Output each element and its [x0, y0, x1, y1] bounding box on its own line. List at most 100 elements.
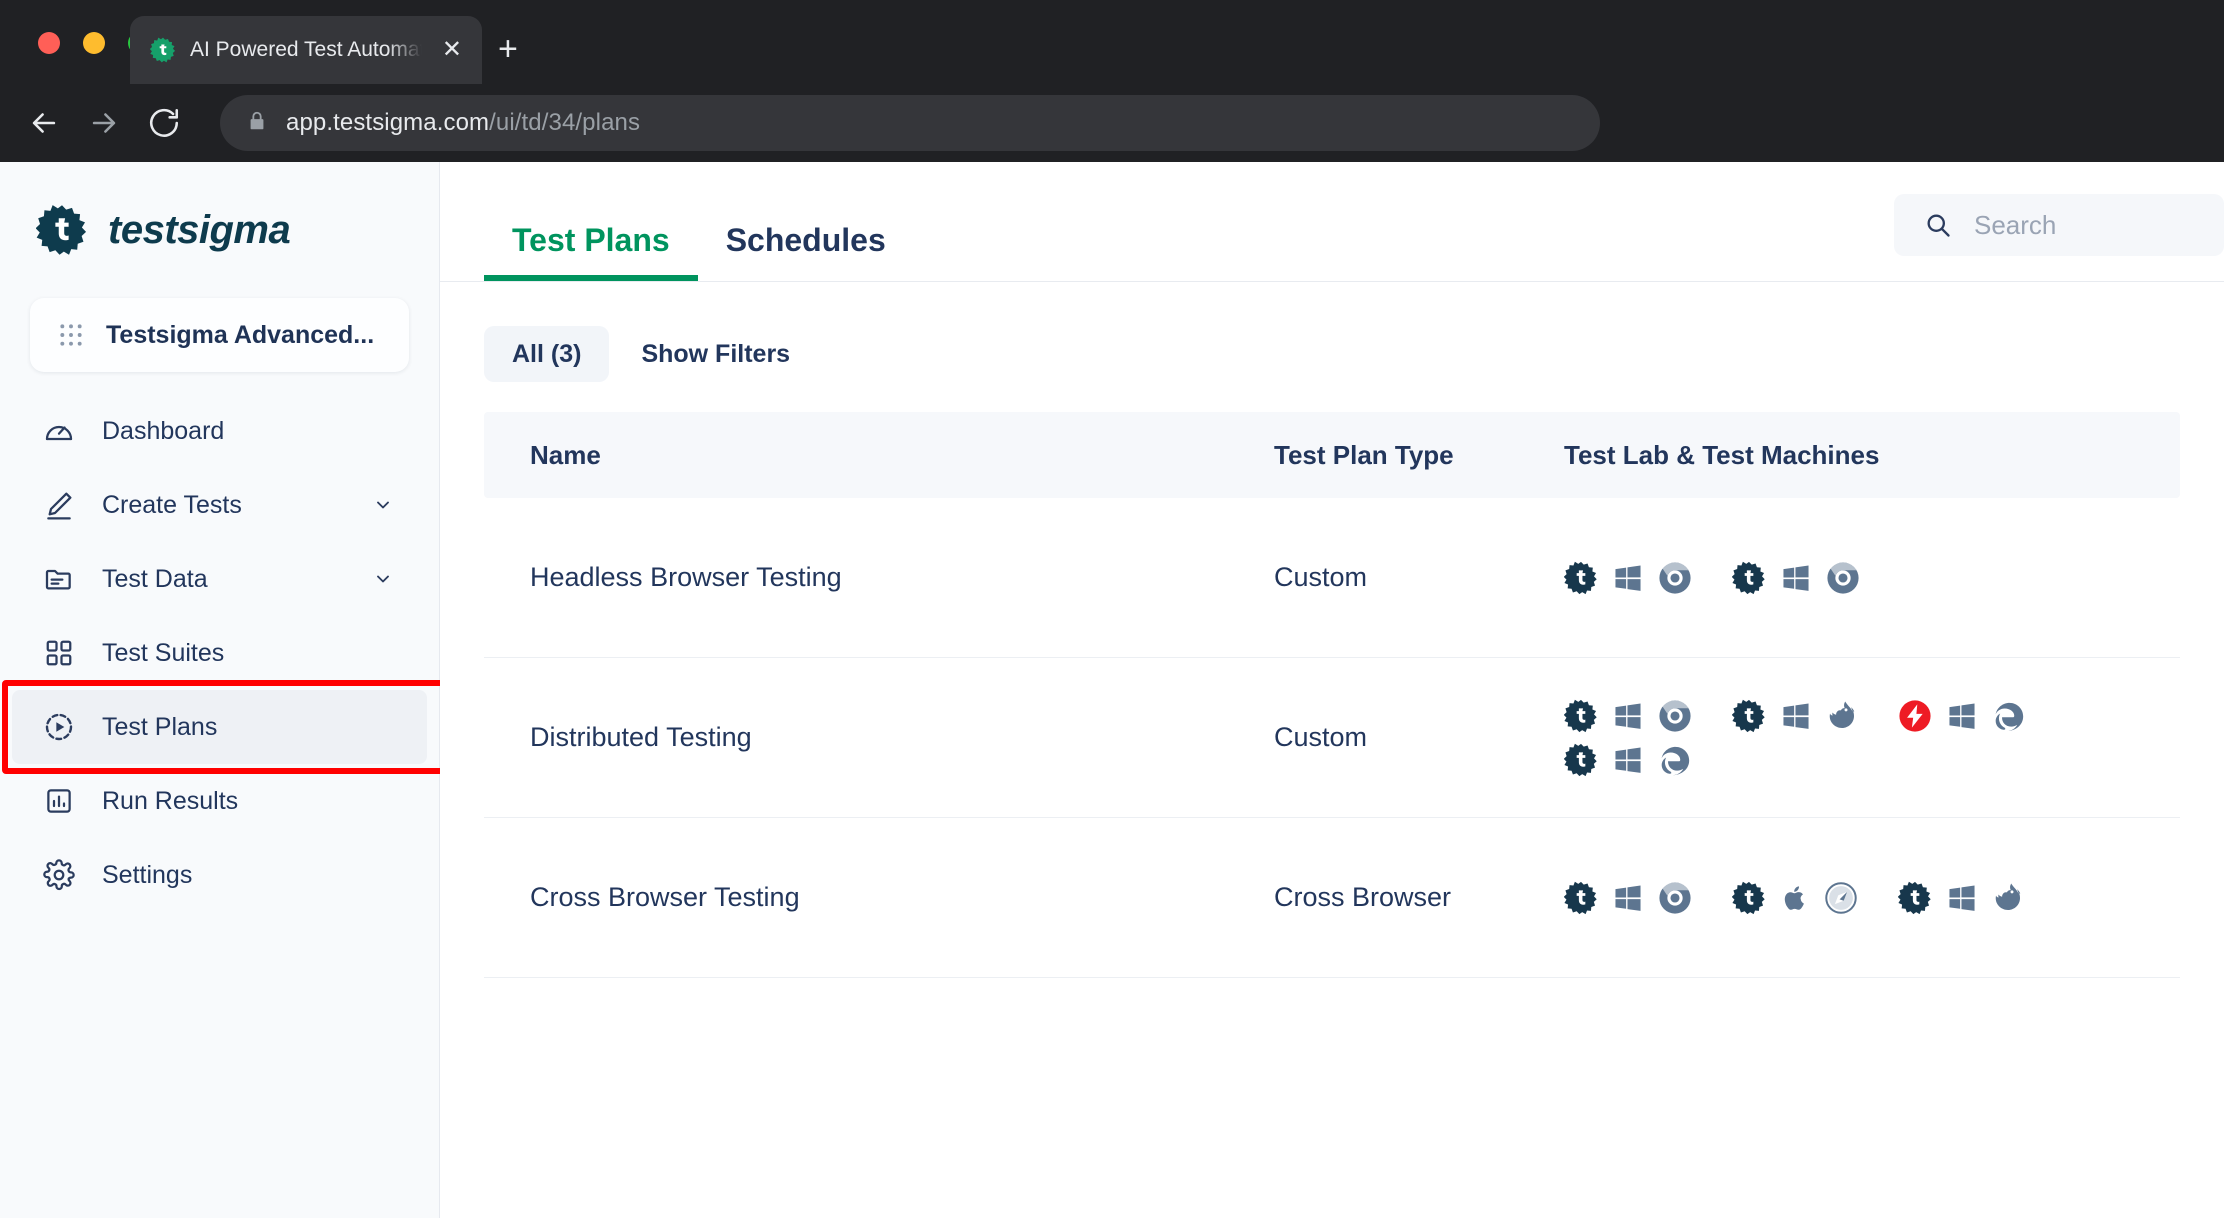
test-plan-type: Cross Browser [1274, 882, 1452, 912]
testsigma-lab-icon [1564, 699, 1597, 732]
sidebar-item-label: Test Suites [102, 638, 225, 667]
sidebar-item-label: Run Results [102, 786, 239, 815]
test-plans-table: Name Test Plan Type Test Lab & Test Mach… [484, 412, 2180, 978]
sidebar-item-label: Create Tests [102, 490, 242, 519]
filter-chip-label: All (3) [512, 339, 582, 368]
browser-toolbar: app.testsigma.com/ui/td/34/plans [0, 84, 2224, 162]
safari-icon [1825, 881, 1857, 914]
machine-group [1564, 699, 1692, 733]
sidebar-item-dashboard[interactable]: Dashboard [12, 394, 427, 468]
chrome-icon [1659, 561, 1691, 594]
machine-group [1898, 881, 2024, 915]
firefox-icon [1829, 700, 1855, 728]
sidebar-item-create-tests[interactable]: Create Tests [12, 468, 427, 542]
plus-icon[interactable]: + [486, 28, 530, 70]
chevron-down-icon[interactable] [373, 495, 393, 515]
url-host: app.testsigma.com [286, 109, 490, 136]
main-content: Test Plans Schedules Search All (3) Show… [440, 162, 2224, 1218]
edge-icon [1661, 746, 1690, 775]
bar-chart-icon [42, 784, 76, 818]
sidebar-item-test-plans[interactable]: Test Plans [2, 680, 447, 774]
sidebar-item-test-suites[interactable]: Test Suites [12, 616, 427, 690]
test-plan-name[interactable]: Distributed Testing [484, 722, 1274, 753]
arrow-right-icon[interactable] [76, 95, 132, 151]
close-icon[interactable]: ✕ [436, 34, 468, 66]
testsigma-gear-icon [35, 204, 88, 256]
column-header-test-lab-machines: Test Lab & Test Machines [1564, 439, 1880, 470]
test-plan-type: Custom [1274, 722, 1368, 752]
machine-group [1732, 881, 1858, 915]
tab-schedules[interactable]: Schedules [698, 222, 914, 281]
testsigma-lab-icon [1564, 881, 1597, 914]
table-row[interactable]: Distributed Testing Custom [484, 658, 2180, 818]
grid-apps-icon [58, 322, 84, 348]
sidebar-item-settings[interactable]: Settings [12, 838, 427, 912]
test-lab-machines [1554, 561, 2180, 595]
address-bar[interactable]: app.testsigma.com/ui/td/34/plans [220, 95, 1600, 151]
tab-test-plans[interactable]: Test Plans [484, 222, 698, 281]
column-header-name: Name [530, 439, 601, 470]
filter-chip-all[interactable]: All (3) [484, 326, 610, 382]
grid-squares-icon [42, 636, 76, 670]
reload-icon[interactable] [136, 95, 192, 151]
tab-label: Schedules [725, 222, 886, 258]
firefox-icon [1995, 882, 2021, 910]
table-header-row: Name Test Plan Type Test Lab & Test Mach… [484, 412, 2180, 498]
arrow-left-icon[interactable] [16, 95, 72, 151]
windows-icon [1615, 564, 1641, 591]
testsigma-lab-icon [1732, 881, 1765, 914]
machine-group [1564, 561, 1692, 595]
sidebar: testsigma Testsigma Advanced... Dashboar… [0, 162, 447, 1218]
show-filters-button[interactable]: Show Filters [623, 340, 808, 369]
sidebar-item-label: Settings [102, 860, 193, 889]
chrome-icon [1659, 881, 1691, 914]
test-plan-name[interactable]: Headless Browser Testing [484, 562, 1274, 593]
search-placeholder: Search [1974, 209, 2057, 240]
table-row[interactable]: Headless Browser Testing Custom [484, 498, 2180, 658]
column-header-test-plan-type: Test Plan Type [1274, 439, 1454, 470]
search-input[interactable]: Search [1894, 194, 2224, 256]
brand-logo[interactable]: testsigma [0, 162, 439, 256]
apple-icon [1784, 885, 1804, 910]
machine-group [1898, 699, 2026, 733]
folder-lines-icon [42, 562, 76, 596]
browser-tab-title: AI Powered Test Automation Pl [190, 38, 422, 61]
edge-icon [1995, 702, 2024, 731]
speedometer-icon [42, 414, 76, 448]
chrome-icon [1659, 699, 1691, 732]
chevron-down-icon[interactable] [373, 569, 393, 589]
test-lab-machines [1554, 881, 2180, 915]
pencil-icon [42, 488, 76, 522]
windows-icon [1949, 884, 1975, 911]
minimize-window-button[interactable] [83, 32, 105, 54]
machine-group [1732, 699, 1858, 733]
lock-icon [246, 109, 268, 138]
lambdatest-icon [1899, 699, 1931, 732]
windows-icon [1615, 746, 1641, 773]
page-tabs: Test Plans Schedules Search [440, 162, 2224, 282]
sidebar-item-run-results[interactable]: Run Results [12, 764, 427, 838]
close-window-button[interactable] [38, 32, 60, 54]
app-body: testsigma Testsigma Advanced... Dashboar… [0, 162, 2224, 1218]
chrome-icon [1827, 561, 1859, 594]
test-plan-type: Custom [1274, 562, 1368, 592]
windows-icon [1615, 884, 1641, 911]
table-row[interactable]: Cross Browser Testing Cross Browser [484, 818, 2180, 978]
url-path: /ui/td/34/plans [489, 109, 641, 136]
browser-tab[interactable]: AI Powered Test Automation Pl ✕ [130, 16, 482, 84]
browser-tabstrip: AI Powered Test Automation Pl ✕ + [0, 0, 2224, 84]
brand-name: testsigma [108, 207, 291, 252]
windows-icon [1615, 702, 1641, 729]
filter-row: All (3) Show Filters [440, 282, 2224, 382]
sidebar-item-label: Test Data [102, 564, 208, 593]
machine-group [1564, 881, 1692, 915]
sidebar-item-test-data[interactable]: Test Data [12, 542, 427, 616]
project-selector[interactable]: Testsigma Advanced... [30, 298, 409, 372]
machine-group [1564, 743, 1692, 777]
testsigma-lab-icon [1564, 561, 1597, 594]
windows-icon [1783, 564, 1809, 591]
testsigma-lab-icon [1898, 881, 1931, 914]
testsigma-gear-icon [149, 37, 176, 63]
test-plan-name[interactable]: Cross Browser Testing [484, 882, 1274, 913]
test-lab-machines [1554, 699, 2180, 777]
